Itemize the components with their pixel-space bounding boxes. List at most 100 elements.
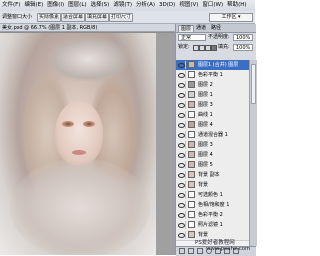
layer-thumbnail [188,161,195,168]
layers-panel: 图层 通道 路径 正常 不透明度: 100% 锁定: 填充: 100% 图层1 … [175,24,257,256]
fit-screen-button[interactable]: 适合屏幕 [61,13,85,22]
fill-field[interactable]: 100% [233,44,253,51]
visibility-toggle[interactable] [177,101,186,109]
visibility-toggle[interactable] [177,91,186,99]
left-eye [62,121,74,127]
menu-image[interactable]: 图像(I) [45,0,66,11]
eye-icon [178,193,185,198]
document-tab[interactable]: 美女.psd @ 66.7% (图层 1 副本, RGB/8) [0,24,175,32]
fill-screen-button[interactable]: 填充屏幕 [85,13,109,22]
layer-name: 图层1 (合并) 图层 [198,62,239,68]
layer-name: 色彩平衡 1 [198,72,223,78]
visibility-toggle[interactable] [177,61,186,69]
layer-name: 图层 1 [198,92,213,98]
layer-thumbnail [188,121,195,128]
workspace-dropdown[interactable]: 工作区 ▾ [209,13,253,22]
eye-icon [178,133,185,138]
visibility-toggle[interactable] [177,161,186,169]
lock-label: 锁定: [178,44,190,50]
eye-icon [178,63,185,68]
eye-icon [178,73,185,78]
eye-icon [178,93,185,98]
layer-name: 背景 副本 [198,172,220,178]
layer-name: 照片滤镜 1 [198,222,223,228]
menu-3d[interactable]: 3D(D) [157,0,177,11]
eye-icon [178,83,185,88]
menu-help[interactable]: 帮助(H) [225,0,248,11]
visibility-toggle[interactable] [177,171,186,179]
eye-icon [178,223,185,228]
layer-thumbnail [188,171,195,178]
eye-icon [178,203,185,208]
lock-all-icon[interactable] [211,45,217,51]
canvas-background-gray [156,33,175,255]
eye-icon [178,123,185,128]
tab-paths[interactable]: 路径 [209,25,223,31]
canvas-photo[interactable] [0,33,156,255]
lock-row: 锁定: 填充: 100% [176,43,256,52]
layer-thumbnail [188,151,195,158]
visibility-toggle[interactable] [177,191,186,199]
layer-name: 色相/饱和度 1 [198,202,230,208]
layer-list: 图层1 (合并) 图层 色彩平衡 1 图层 2 图层 1 图层 3 曲线 1 图层 4 通道混… [176,60,249,246]
layer-thumbnail [188,141,195,148]
layer-name: 曲线 1 [198,112,213,118]
eye-icon [178,213,185,218]
eye-icon [178,183,185,188]
visibility-toggle[interactable] [177,221,186,229]
watermark-title: PS爱好者教程网 [195,240,235,246]
actual-pixels-button[interactable]: 实际像素 [37,13,61,22]
visibility-toggle[interactable] [177,131,186,139]
tab-channels[interactable]: 通道 [194,25,208,31]
menu-filter[interactable]: 滤镜(T) [111,0,134,11]
add-mask-icon[interactable] [197,248,203,254]
right-eye [83,121,95,127]
layer-thumbnail [188,61,195,68]
visibility-toggle[interactable] [177,71,186,79]
layers-scrollbar[interactable] [249,60,257,246]
visibility-toggle[interactable] [177,111,186,119]
menu-view[interactable]: 视图(V) [177,0,200,11]
visibility-toggle[interactable] [177,141,186,149]
visibility-toggle[interactable] [177,151,186,159]
menu-analysis[interactable]: 分析(A) [134,0,157,11]
visibility-toggle[interactable] [177,121,186,129]
layer-thumbnail [188,191,195,198]
visibility-toggle[interactable] [177,81,186,89]
blend-row: 正常 不透明度: 100% [176,33,256,42]
eye-icon [178,233,185,238]
layer-name: 背景 [198,182,209,188]
eye-icon [178,163,185,168]
opacity-label: 不透明度: [208,34,230,40]
tab-layers[interactable]: 图层 [178,25,195,32]
layer-thumbnail [188,211,195,218]
print-size-button[interactable]: 打印尺寸 [109,13,133,22]
link-layers-icon[interactable] [179,248,185,254]
menu-layer[interactable]: 图层(L) [66,0,88,11]
visibility-toggle[interactable] [177,231,186,239]
eye-icon [178,103,185,108]
opacity-field[interactable]: 100% [233,34,253,41]
headdress [48,37,128,81]
layer-name: 图层 3 [198,102,213,108]
scroll-thumb[interactable] [251,64,256,104]
menu-select[interactable]: 选择(S) [89,0,112,11]
layer-name: 色彩平衡 2 [198,212,223,218]
layer-name: 图层 3 [198,142,213,148]
menu-file[interactable]: 文件(F) [0,0,22,11]
layer-name: 图层 2 [198,82,213,88]
blend-mode-select[interactable]: 正常 [178,34,206,41]
lips [72,150,86,155]
visibility-toggle[interactable] [177,181,186,189]
layer-thumbnail [188,181,195,188]
menu-edit[interactable]: 编辑(E) [22,0,45,11]
resize-windows-label: 调整窗口大小 [2,14,33,20]
layer-thumbnail [188,91,195,98]
visibility-toggle[interactable] [177,211,186,219]
menu-window[interactable]: 窗口(W) [200,0,225,11]
layer-thumbnail [188,201,195,208]
visibility-toggle[interactable] [177,201,186,209]
layer-thumbnail [188,81,195,88]
layer-style-icon[interactable] [188,248,194,254]
layer-thumbnail [188,231,195,238]
